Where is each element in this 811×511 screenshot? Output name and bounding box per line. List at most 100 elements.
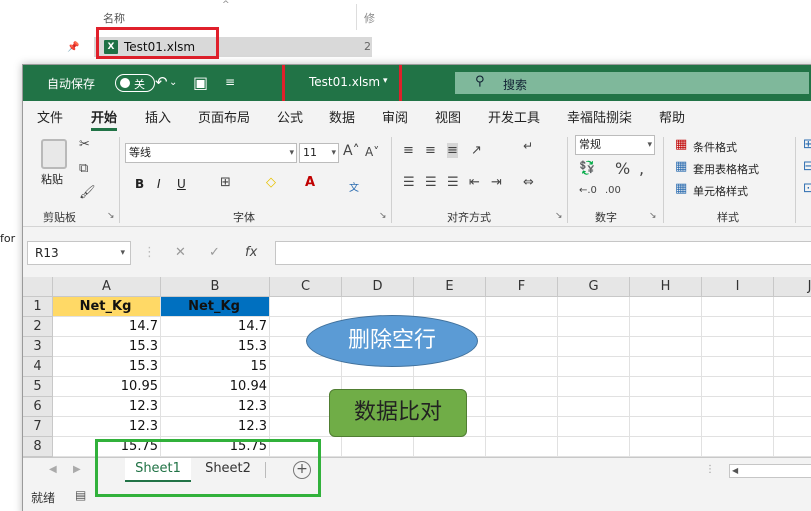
underline-button[interactable]: U xyxy=(177,177,186,191)
cell-empty[interactable] xyxy=(558,317,630,337)
cell-empty[interactable] xyxy=(558,357,630,377)
cell-empty[interactable] xyxy=(486,437,558,457)
cut-icon[interactable]: ✂ xyxy=(79,137,90,152)
cell-a1-header[interactable]: Net_Kg xyxy=(53,297,161,317)
compare-data-button[interactable]: 数据比对 xyxy=(329,389,467,437)
cell-empty[interactable] xyxy=(702,417,774,437)
cell-styles-button[interactable]: 单元格样式 xyxy=(693,183,748,199)
cell-empty[interactable] xyxy=(702,397,774,417)
save-icon[interactable]: ▣ xyxy=(193,73,208,92)
font-size-combo[interactable]: 11 ▾ xyxy=(299,143,339,163)
scroll-tabs-left-icon[interactable]: ◀ xyxy=(49,464,57,475)
cell-empty[interactable] xyxy=(558,397,630,417)
cell-empty[interactable] xyxy=(774,437,811,457)
tab-view[interactable]: 视图 xyxy=(435,107,461,126)
cell-b[interactable]: 10.94 xyxy=(161,377,270,397)
conditional-format-button[interactable]: 条件格式 xyxy=(693,139,737,155)
tab-insert[interactable]: 插入 xyxy=(145,107,171,126)
cell-empty[interactable] xyxy=(702,377,774,397)
cell-a[interactable]: 15.3 xyxy=(53,357,161,377)
cell-b[interactable]: 15 xyxy=(161,357,270,377)
cell-empty[interactable] xyxy=(630,417,702,437)
increase-indent-icon[interactable]: ⇥ xyxy=(491,175,502,190)
increase-decimal-icon[interactable]: ←.0 xyxy=(579,185,597,196)
cell-empty[interactable] xyxy=(486,337,558,357)
orientation-icon[interactable]: ↗ xyxy=(471,143,482,158)
row-header[interactable]: 5 xyxy=(23,377,53,397)
tab-home[interactable]: 开始 xyxy=(91,107,117,126)
cell-b1-header[interactable]: Net_Kg xyxy=(161,297,270,317)
tab-developer[interactable]: 开发工具 xyxy=(488,107,540,126)
row-header[interactable]: 1 xyxy=(23,297,53,317)
column-header-g[interactable]: G xyxy=(558,277,630,297)
cell-empty[interactable] xyxy=(630,317,702,337)
delete-empty-rows-button[interactable]: 删除空行 xyxy=(306,315,478,367)
customize-toolbar-icon[interactable]: ≡ xyxy=(225,75,235,89)
column-header-c[interactable]: C xyxy=(270,277,342,297)
paste-icon[interactable] xyxy=(41,139,67,169)
cell-empty[interactable] xyxy=(342,437,414,457)
macro-record-icon[interactable]: ▤ xyxy=(75,488,86,502)
cell-empty[interactable] xyxy=(702,357,774,377)
name-box[interactable]: R13 ▾ xyxy=(27,241,131,265)
cell-empty[interactable] xyxy=(342,297,414,317)
autosave-toggle[interactable]: 关 xyxy=(115,74,155,92)
cell-empty[interactable] xyxy=(486,377,558,397)
tab-review[interactable]: 审阅 xyxy=(382,107,408,126)
wrap-text-icon[interactable]: ↵ xyxy=(523,139,533,153)
fill-color-icon[interactable]: ◇ xyxy=(266,175,276,190)
formula-input[interactable] xyxy=(275,241,811,265)
cell-a[interactable]: 15.3 xyxy=(53,337,161,357)
column-header-a[interactable]: A xyxy=(53,277,161,297)
decrease-indent-icon[interactable]: ⇤ xyxy=(469,175,480,190)
bold-button[interactable]: B xyxy=(135,177,144,191)
cell-empty[interactable] xyxy=(702,297,774,317)
cell-empty[interactable] xyxy=(270,357,342,377)
comma-style-icon[interactable]: , xyxy=(639,159,644,178)
accounting-format-icon[interactable]: 💱 xyxy=(579,161,595,176)
tab-custom[interactable]: 幸福陆捌柒 xyxy=(567,107,632,126)
percent-style-icon[interactable]: % xyxy=(615,159,630,178)
font-name-combo[interactable]: 等线 ▾ xyxy=(125,143,297,163)
cell-empty[interactable] xyxy=(630,437,702,457)
select-all-corner[interactable] xyxy=(23,277,53,297)
align-center-icon[interactable]: ☰ xyxy=(425,175,437,190)
undo-icon[interactable]: ↶ xyxy=(155,73,168,91)
column-header-d[interactable]: D xyxy=(342,277,414,297)
cell-empty[interactable] xyxy=(270,297,342,317)
cell-empty[interactable] xyxy=(774,357,811,377)
cell-empty[interactable] xyxy=(558,297,630,317)
search-box[interactable]: ⚲ 搜索 xyxy=(455,72,809,94)
align-middle-icon[interactable]: ≡ xyxy=(425,143,436,158)
column-header-j[interactable]: J xyxy=(774,277,811,297)
decrease-decimal-icon[interactable]: .00 xyxy=(605,185,621,196)
column-header-i[interactable]: I xyxy=(702,277,774,297)
clipboard-launcher-icon[interactable]: ↘ xyxy=(107,211,115,221)
font-launcher-icon[interactable]: ↘ xyxy=(379,211,387,221)
align-left-icon[interactable]: ☰ xyxy=(403,175,415,190)
cell-empty[interactable] xyxy=(486,357,558,377)
explorer-name-column-header[interactable]: 名称 xyxy=(103,10,125,26)
cell-b[interactable]: 12.3 xyxy=(161,417,270,437)
cell-a[interactable]: 12.3 xyxy=(53,397,161,417)
cell-empty[interactable] xyxy=(774,417,811,437)
italic-button[interactable]: I xyxy=(157,177,161,191)
align-right-icon[interactable]: ☰ xyxy=(447,175,459,190)
cell-empty[interactable] xyxy=(630,377,702,397)
cell-empty[interactable] xyxy=(774,397,811,417)
copy-icon[interactable]: ⧉ xyxy=(79,161,88,176)
cell-empty[interactable] xyxy=(558,417,630,437)
cell-empty[interactable] xyxy=(630,297,702,317)
cell-empty[interactable] xyxy=(702,317,774,337)
cell-a[interactable]: 14.7 xyxy=(53,317,161,337)
cell-a[interactable]: 10.95 xyxy=(53,377,161,397)
column-header-b[interactable]: B xyxy=(161,277,270,297)
cell-b[interactable]: 14.7 xyxy=(161,317,270,337)
cell-empty[interactable] xyxy=(414,437,486,457)
increase-font-icon[interactable]: A˄ xyxy=(343,143,360,159)
scroll-tabs-right-icon[interactable]: ▶ xyxy=(73,464,81,475)
format-cells-icon[interactable]: ⊡ xyxy=(803,181,811,196)
column-header-h[interactable]: H xyxy=(630,277,702,297)
cell-empty[interactable] xyxy=(774,297,811,317)
cell-empty[interactable] xyxy=(630,357,702,377)
